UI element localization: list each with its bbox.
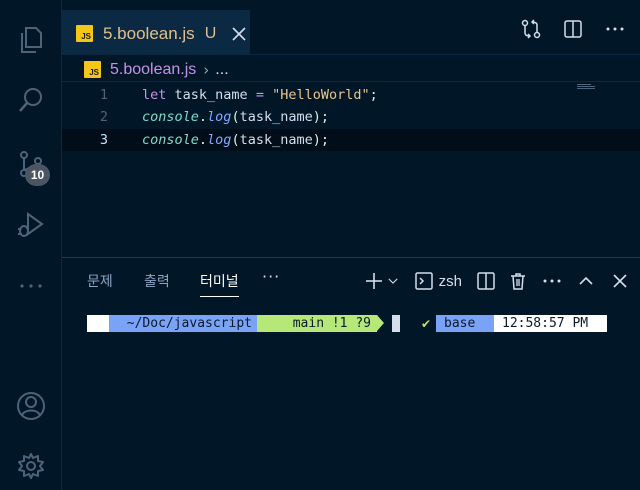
close-panel-button[interactable] xyxy=(610,268,630,294)
line-number: 2 xyxy=(99,109,108,125)
line-text: let task_name = "HelloWorld"; xyxy=(142,87,378,103)
method: log xyxy=(207,132,232,148)
more-actions-icon[interactable] xyxy=(604,18,626,40)
tab-terminal[interactable]: 터미널 xyxy=(200,271,239,297)
line-number: 3 xyxy=(99,132,108,148)
string-literal: "HelloWorld" xyxy=(272,87,370,103)
ellipsis-icon xyxy=(543,279,561,283)
line-text: console.log(task_name); xyxy=(142,109,329,125)
identifier: task_name xyxy=(239,132,313,148)
line-number: 1 xyxy=(99,87,108,103)
prompt-git-segment: main !1 ?9 xyxy=(257,315,377,332)
javascript-file-icon: JS xyxy=(84,61,101,78)
punctuation: ( xyxy=(231,109,240,125)
files-icon xyxy=(21,27,42,53)
breadcrumb-file[interactable]: 5.boolean.js xyxy=(110,61,196,79)
code-editor[interactable]: 1 let task_name = "HelloWorld"; 2 consol… xyxy=(62,84,640,254)
chevron-down-icon xyxy=(388,278,398,284)
javascript-file-icon: JS xyxy=(76,25,93,42)
breadcrumb: JS 5.boolean.js › ... xyxy=(62,58,640,82)
new-terminal-button[interactable] xyxy=(364,268,384,294)
prompt-status-check: ✔ xyxy=(421,316,432,331)
object: console xyxy=(142,132,199,148)
operator: = xyxy=(255,87,264,103)
search-button[interactable] xyxy=(0,74,62,126)
terminal-dropdown-button[interactable] xyxy=(384,268,402,294)
activity-bar: 10 xyxy=(0,0,62,490)
shell-name: zsh xyxy=(438,272,462,290)
account-icon xyxy=(17,392,45,420)
split-icon xyxy=(477,272,495,290)
breadcrumb-symbols[interactable]: ... xyxy=(215,61,228,79)
split-terminal-button[interactable] xyxy=(476,268,496,294)
close-icon xyxy=(613,274,627,288)
maximize-panel-button[interactable] xyxy=(576,268,596,294)
line-text: console.log(task_name); xyxy=(142,132,329,148)
tab-problems[interactable]: 문제 xyxy=(87,271,113,291)
panel-actions: zsh xyxy=(364,268,630,294)
code-line-current: 3 console.log(task_name); xyxy=(62,129,640,151)
panel-more-button[interactable] xyxy=(542,268,562,294)
chevron-up-icon xyxy=(579,276,593,285)
search-icon xyxy=(19,88,42,112)
kill-terminal-button[interactable] xyxy=(508,268,528,294)
accounts-button[interactable] xyxy=(0,380,62,432)
punctuation: . xyxy=(198,109,208,125)
prompt-git-arrow xyxy=(377,315,384,331)
editor-tab[interactable]: JS 5.boolean.js U xyxy=(62,10,250,55)
more-views-button[interactable] xyxy=(0,260,62,312)
compare-changes-icon[interactable] xyxy=(520,18,542,40)
prompt-time-segment: 12:58:57 PM xyxy=(494,315,607,332)
tab-untracked-status: U xyxy=(204,24,217,42)
identifier: task_name xyxy=(174,87,248,103)
object: console xyxy=(142,109,199,125)
bottom-panel: 문제 출력 터미널 ··· zsh xyxy=(62,257,640,490)
terminal-cursor[interactable] xyxy=(392,315,400,332)
source-control-badge: 10 xyxy=(25,164,50,186)
tab-filename: 5.boolean.js xyxy=(103,23,195,43)
terminal-icon xyxy=(414,272,433,290)
identifier: task_name xyxy=(239,109,313,125)
explorer-button[interactable] xyxy=(0,14,62,66)
code-line: 1 let task_name = "HelloWorld"; xyxy=(62,84,640,106)
panel-tabs-more[interactable]: ··· xyxy=(262,267,280,286)
split-editor-icon[interactable] xyxy=(562,18,584,40)
close-icon[interactable] xyxy=(230,25,248,43)
trash-icon xyxy=(511,273,525,290)
punctuation: ; xyxy=(369,87,378,103)
punctuation: ); xyxy=(312,109,329,125)
punctuation: ( xyxy=(231,132,240,148)
punctuation: . xyxy=(198,132,208,148)
editor-tab-bar: JS 5.boolean.js U xyxy=(62,0,640,55)
editor-actions xyxy=(520,18,626,40)
tab-output[interactable]: 출력 xyxy=(144,271,170,291)
run-debug-button[interactable] xyxy=(0,198,62,250)
prompt-env-segment: base xyxy=(436,315,494,332)
method: log xyxy=(207,109,232,125)
ellipsis-icon xyxy=(20,284,42,288)
prompt-path-segment: ~/Doc/javascript xyxy=(109,315,259,332)
keyword: let xyxy=(142,87,167,103)
manage-button[interactable] xyxy=(0,440,62,490)
plus-icon xyxy=(365,273,382,289)
prompt-os-segment xyxy=(87,315,109,332)
terminal-shell-selector[interactable]: zsh xyxy=(414,268,462,294)
code-line: 2 console.log(task_name); xyxy=(62,106,640,128)
run-debug-icon xyxy=(18,212,44,237)
punctuation: ); xyxy=(312,132,329,148)
gear-icon xyxy=(18,453,44,479)
breadcrumb-separator: › xyxy=(203,60,210,79)
